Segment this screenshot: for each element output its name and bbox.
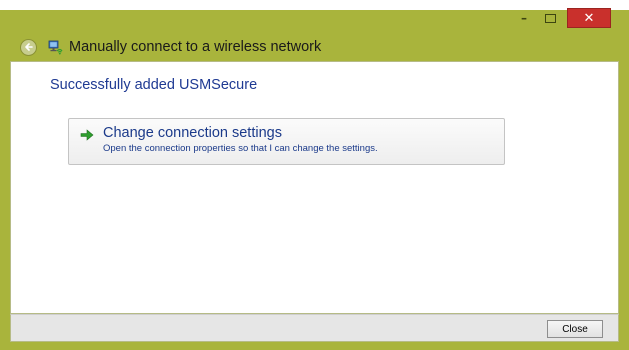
window-title: Manually connect to a wireless network xyxy=(69,39,322,55)
change-connection-settings-link[interactable]: Change connection settings Open the conn… xyxy=(68,118,505,165)
command-link-description: Open the connection properties so that I… xyxy=(103,143,378,154)
command-link-title: Change connection settings xyxy=(103,125,282,141)
content-area: Successfully added USMSecure Change conn… xyxy=(10,61,619,314)
wireless-network-icon xyxy=(48,40,63,55)
close-window-button[interactable]: ✕ xyxy=(567,8,611,28)
close-button[interactable]: Close xyxy=(547,320,603,338)
maximize-button[interactable] xyxy=(537,8,563,28)
green-arrow-icon xyxy=(80,129,94,141)
footer-bar: Close xyxy=(10,314,619,342)
back-button[interactable] xyxy=(20,38,37,56)
page-heading: Successfully added USMSecure xyxy=(50,77,258,93)
maximize-icon xyxy=(544,13,556,23)
back-arrow-icon xyxy=(24,43,33,51)
header-bar: Manually connect to a wireless network xyxy=(0,36,321,58)
minimize-button[interactable]: – xyxy=(511,8,537,28)
window-controls: – ✕ xyxy=(511,8,611,30)
